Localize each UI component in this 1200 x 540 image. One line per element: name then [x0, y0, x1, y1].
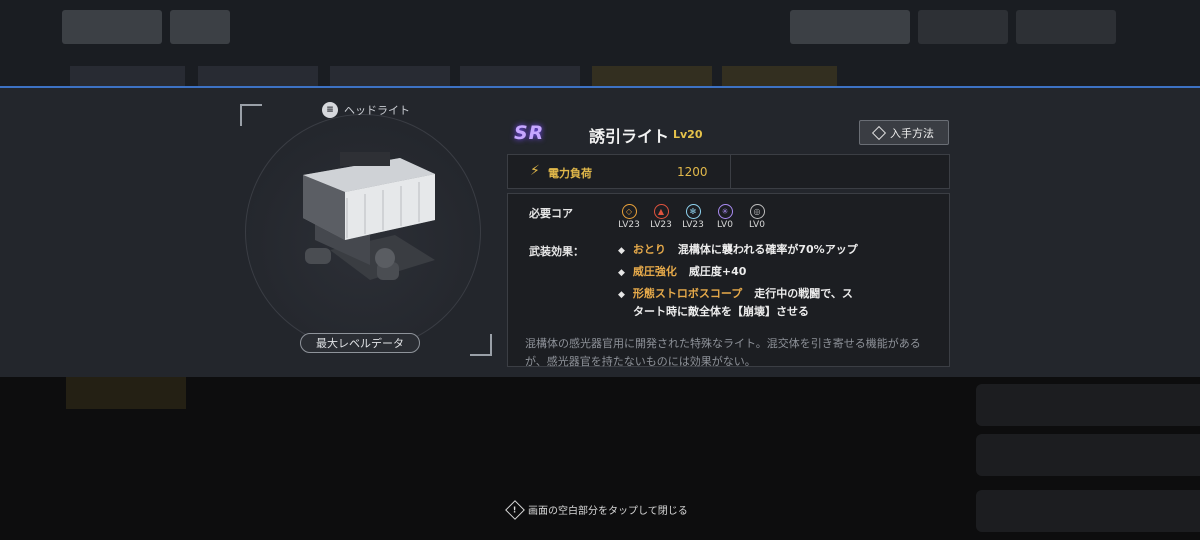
- item-name: 誘引ライト: [589, 127, 670, 146]
- divider: [730, 155, 731, 188]
- power-load-value: 1200: [677, 165, 708, 179]
- core-slot: ✳ LV0: [713, 204, 737, 230]
- effect-text-continued: タート時に敵全体を【崩壊】させる: [633, 305, 809, 318]
- diamond-bullet-icon: ◆: [618, 246, 625, 256]
- spark-core-icon: ✳: [717, 204, 733, 219]
- snowflake-core-icon: ✻: [685, 204, 701, 219]
- how-to-obtain-label: 入手方法: [890, 126, 934, 140]
- item-description: 混構体の感光器官用に開発された特殊なライト。混交体を引き寄せる機能があるが、感光…: [525, 337, 921, 368]
- background-tab: [722, 66, 837, 88]
- diamond-bullet-icon: ◆: [618, 290, 625, 300]
- headlight-icon: ≡: [322, 102, 338, 118]
- exclamation-icon: !: [505, 499, 525, 520]
- background-back-button: [62, 10, 162, 44]
- how-to-obtain-button[interactable]: 入手方法: [859, 120, 949, 145]
- core-level: LV0: [749, 220, 765, 230]
- frame-corner: [240, 104, 262, 126]
- background-card: [66, 375, 186, 409]
- core-slot: ◇ LV23: [617, 204, 641, 230]
- ring-core-icon: ◎: [749, 204, 765, 219]
- flame-core-icon: ▲: [653, 204, 669, 219]
- effect-item: ◆ おとり 混構体に襲われる確率が70%アップ: [618, 240, 858, 261]
- item-category: ≡ ヘッドライト: [322, 101, 410, 119]
- core-level: LV23: [618, 220, 640, 230]
- background-side-button: [976, 490, 1200, 532]
- core-level: LV0: [717, 220, 733, 230]
- core-slot: ▲ LV23: [649, 204, 673, 230]
- max-level-data-button[interactable]: 最大レベルデータ: [300, 333, 420, 353]
- background-tab: [330, 66, 450, 88]
- headlight-item-image: [303, 152, 435, 280]
- background-tab: [70, 66, 185, 88]
- effect-name: おとり: [632, 243, 666, 256]
- background-tab: [198, 66, 318, 88]
- diamond-arrow-icon: [871, 125, 887, 140]
- effect-text: 混構体に襲われる確率が70%アップ: [677, 243, 858, 256]
- background-tab: [460, 66, 580, 88]
- effect-item: ◆ 威圧強化 威圧度+40: [618, 262, 746, 283]
- effect-name: 形態ストロボスコープ: [632, 287, 743, 300]
- core-level: LV23: [682, 220, 704, 230]
- background-tab: [592, 66, 712, 88]
- rarity-badge: SR: [514, 122, 545, 144]
- core-level: LV23: [650, 220, 672, 230]
- background-side-button: [976, 384, 1200, 426]
- lightning-icon: ⚡: [530, 163, 540, 179]
- required-cores-label: 必要コア: [529, 207, 573, 220]
- background-home-button: [170, 10, 230, 44]
- diamond-bullet-icon: ◆: [618, 268, 625, 278]
- effect-name: 威圧強化: [632, 265, 677, 278]
- core-slot: ◎ LV0: [745, 204, 769, 230]
- swirl-core-icon: ◇: [621, 204, 637, 219]
- effect-text: 威圧度+40: [688, 265, 747, 278]
- item-level: Lv20: [673, 128, 703, 141]
- background-filter-button: [790, 10, 910, 44]
- armament-effect-label: 武装効果：: [529, 245, 584, 258]
- effect-text: 走行中の戦闘で、ス: [754, 287, 853, 300]
- power-load-row: ⚡ 電力負荷 1200: [507, 154, 950, 189]
- close-hint: ! 画面の空白部分をタップして閉じる: [505, 499, 688, 520]
- background-sort-button-2: [1016, 10, 1116, 44]
- power-load-label: 電力負荷: [548, 167, 592, 180]
- close-hint-text: 画面の空白部分をタップして閉じる: [528, 506, 688, 517]
- item-category-label: ヘッドライト: [344, 104, 410, 117]
- core-slot: ✻ LV23: [681, 204, 705, 230]
- frame-corner: [470, 334, 492, 356]
- background-side-button: [976, 434, 1200, 476]
- background-sort-button: [918, 10, 1008, 44]
